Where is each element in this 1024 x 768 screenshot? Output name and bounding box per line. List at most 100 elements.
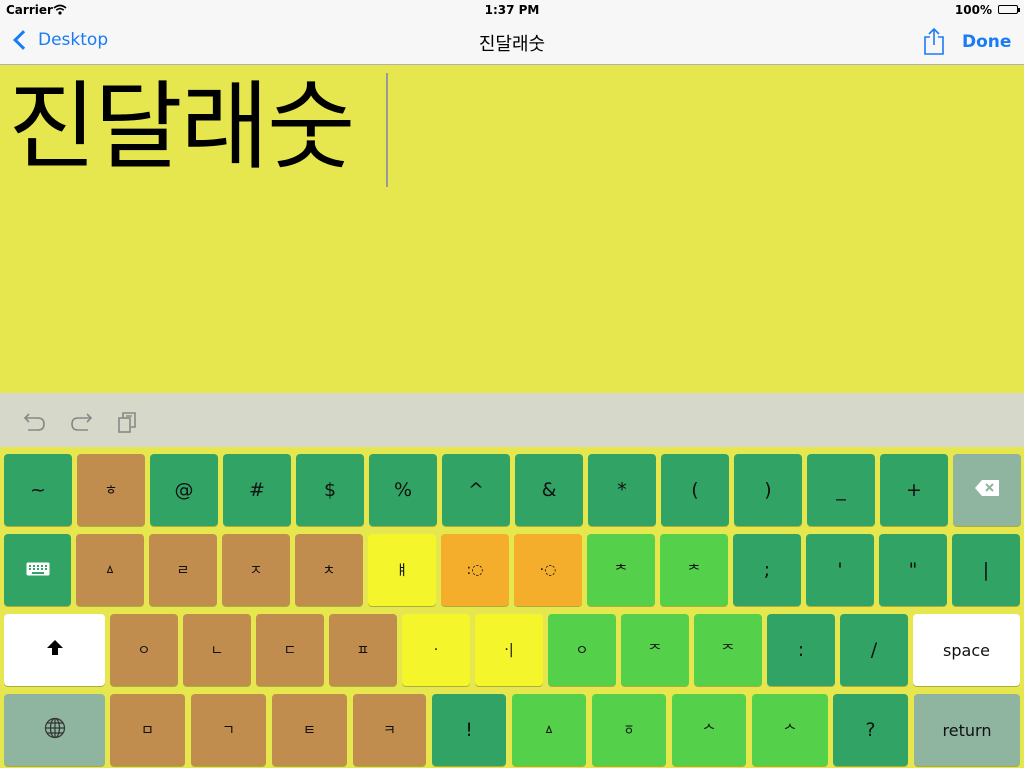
key-2-11[interactable]: / bbox=[840, 614, 908, 686]
key-2-7[interactable]: ㅇ bbox=[548, 614, 616, 686]
key-1-1[interactable]: ㅿ bbox=[76, 534, 144, 606]
key-label: ᄉ bbox=[702, 723, 716, 739]
key-3-5[interactable]: ! bbox=[432, 694, 506, 766]
key-label: ㅎ bbox=[104, 483, 118, 499]
battery-percent: 100% bbox=[954, 3, 992, 17]
key-0-1[interactable]: ㅎ bbox=[77, 454, 145, 526]
key-label: ᄉ bbox=[783, 723, 797, 739]
key-1-3[interactable]: ㅈ bbox=[222, 534, 290, 606]
key-label: ㅇ bbox=[575, 643, 589, 659]
key-label: ·| bbox=[504, 642, 514, 658]
key-1-13[interactable]: | bbox=[952, 534, 1020, 606]
globe-key[interactable] bbox=[4, 694, 105, 766]
key-label: * bbox=[617, 479, 627, 501]
backspace-key[interactable] bbox=[953, 454, 1021, 526]
undo-icon[interactable] bbox=[23, 411, 47, 433]
key-0-3[interactable]: # bbox=[223, 454, 291, 526]
key-2-5[interactable]: · bbox=[402, 614, 470, 686]
key-0-6[interactable]: ^ bbox=[442, 454, 510, 526]
copy-icon[interactable] bbox=[116, 411, 140, 433]
keyboard-icon bbox=[26, 559, 50, 581]
key-1-5[interactable]: ㅒ bbox=[368, 534, 436, 606]
key-3-4[interactable]: ㅋ bbox=[353, 694, 426, 766]
key-label: ㅋ bbox=[383, 723, 396, 739]
key-3-2[interactable]: ㄱ bbox=[191, 694, 266, 766]
key-1-9[interactable]: ᄎ bbox=[660, 534, 728, 606]
key-2-4[interactable]: ㅍ bbox=[329, 614, 397, 686]
key-label: ㅒ bbox=[395, 563, 409, 579]
key-0-11[interactable]: _ bbox=[807, 454, 875, 526]
key-label: ^ bbox=[468, 479, 484, 501]
key-label: $ bbox=[323, 479, 337, 501]
key-3-1[interactable]: ㅁ bbox=[110, 694, 185, 766]
key-label: · bbox=[433, 642, 439, 658]
key-label: + bbox=[906, 479, 922, 501]
key-label: ' bbox=[837, 559, 843, 581]
key-label: ? bbox=[865, 719, 876, 741]
key-1-7[interactable]: ·◌ bbox=[514, 534, 582, 606]
key-3-9[interactable]: ᄉ bbox=[752, 694, 828, 766]
editor-text: 진달래숫 bbox=[8, 71, 355, 183]
key-2-1[interactable]: ㅇ bbox=[110, 614, 178, 686]
space-key[interactable]: space bbox=[913, 614, 1020, 686]
key-label: ㅿ bbox=[542, 723, 556, 739]
key-label: % bbox=[393, 479, 413, 501]
key-2-9[interactable]: ᄌ bbox=[694, 614, 762, 686]
key-label: ㅍ bbox=[356, 643, 370, 659]
share-icon[interactable] bbox=[922, 27, 946, 56]
key-label: | bbox=[982, 559, 990, 581]
keyboard-toolbar bbox=[0, 393, 1024, 447]
key-2-8[interactable]: ᄌ bbox=[621, 614, 689, 686]
key-3-8[interactable]: ᄉ bbox=[672, 694, 746, 766]
key-0-7[interactable]: & bbox=[515, 454, 583, 526]
battery-icon bbox=[998, 5, 1020, 14]
key-label: space bbox=[943, 640, 990, 660]
key-2-3[interactable]: ㄷ bbox=[256, 614, 324, 686]
key-1-4[interactable]: ㅊ bbox=[295, 534, 363, 606]
key-0-5[interactable]: % bbox=[369, 454, 437, 526]
key-3-7[interactable]: ㆆ bbox=[592, 694, 666, 766]
key-2-10[interactable]: : bbox=[767, 614, 835, 686]
key-3-6[interactable]: ㅿ bbox=[512, 694, 586, 766]
globe-icon bbox=[44, 717, 66, 744]
key-label: " bbox=[908, 559, 918, 581]
key-label: # bbox=[249, 479, 265, 501]
key-3-3[interactable]: ㅌ bbox=[272, 694, 347, 766]
key-label: ; bbox=[763, 559, 771, 581]
done-button[interactable]: Done bbox=[962, 32, 1011, 52]
key-0-4[interactable]: $ bbox=[296, 454, 364, 526]
key-label: ㅊ bbox=[322, 563, 336, 579]
key-1-11[interactable]: ' bbox=[806, 534, 874, 606]
key-2-2[interactable]: ㄴ bbox=[183, 614, 251, 686]
key-label: ㅁ bbox=[141, 723, 154, 739]
key-label: ᄎ bbox=[687, 563, 701, 579]
keyboard-key[interactable] bbox=[4, 534, 71, 606]
key-label: @ bbox=[174, 479, 194, 501]
key-1-8[interactable]: ᄎ bbox=[587, 534, 655, 606]
text-editor[interactable]: 진달래숫 bbox=[0, 65, 1024, 393]
key-0-2[interactable]: @ bbox=[150, 454, 218, 526]
key-1-10[interactable]: ; bbox=[733, 534, 801, 606]
key-1-6[interactable]: :◌ bbox=[441, 534, 509, 606]
key-label: ᄎ bbox=[614, 563, 628, 579]
key-0-9[interactable]: ( bbox=[661, 454, 729, 526]
key-label: ㆆ bbox=[622, 723, 636, 739]
key-0-12[interactable]: + bbox=[880, 454, 948, 526]
hangul-keyboard: ~ ㅎ @ # $% ^ & * () _ + ㅿ ㄹ ㅈ ㅊ ㅒ:◌ ·◌ ᄎ ᄎ; ' " | ㅇ ㄴ ㄷ ㅍ · ·| ㅇ ᄌ ᄌ: /… bbox=[0, 447, 1024, 768]
shift-key[interactable] bbox=[4, 614, 105, 686]
redo-icon[interactable] bbox=[69, 411, 93, 433]
return-key[interactable]: return bbox=[914, 694, 1020, 766]
key-1-12[interactable]: " bbox=[879, 534, 947, 606]
key-label: ᄌ bbox=[648, 643, 662, 659]
key-label: ㅈ bbox=[249, 563, 263, 579]
backspace-icon bbox=[974, 479, 1000, 502]
key-0-10[interactable]: ) bbox=[734, 454, 802, 526]
key-label: ㅇ bbox=[137, 643, 151, 659]
page-title: 진달래숫 bbox=[478, 34, 546, 55]
key-1-2[interactable]: ㄹ bbox=[149, 534, 217, 606]
key-2-6[interactable]: ·| bbox=[475, 614, 543, 686]
key-0-8[interactable]: * bbox=[588, 454, 656, 526]
key-3-10[interactable]: ? bbox=[833, 694, 908, 766]
key-0-0[interactable]: ~ bbox=[4, 454, 72, 526]
key-label: ·◌ bbox=[539, 562, 557, 578]
